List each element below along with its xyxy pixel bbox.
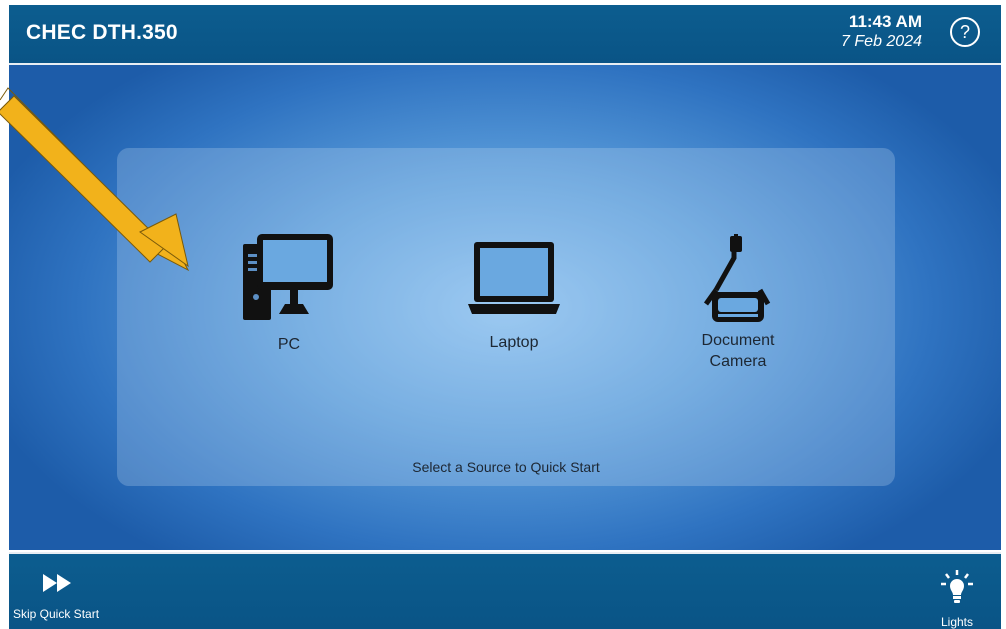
clock-time: 11:43 AM [848,12,922,31]
clock-date: 7 Feb 2024 [841,33,922,50]
clock: 11:43 AM 7 Feb 2024 [841,12,922,51]
footer-bar: Skip Quick Start Lights [9,552,1001,629]
source-laptop-label: Laptop [489,334,539,351]
document-camera-icon [703,234,771,322]
lights-button[interactable]: Lights [927,570,987,629]
light-bulb-icon [941,570,973,603]
source-document-camera-label: Document Camera [701,332,775,370]
source-pc-button[interactable]: PC [214,234,364,355]
help-button[interactable]: ? [950,17,980,47]
source-laptop-button[interactable]: Laptop [439,242,589,353]
lights-label: Lights [940,615,974,629]
help-icon: ? [959,22,970,42]
laptop-icon [468,242,560,314]
source-document-camera-button[interactable]: Document Camera [663,234,813,372]
skip-quick-start-button[interactable]: Skip Quick Start [13,574,123,621]
source-pc-label: PC [277,336,301,353]
source-selection-panel: PC Laptop Document Camera Select a Sourc… [117,148,895,486]
skip-quick-start-label: Skip Quick Start [13,607,100,621]
touch-panel-screen: CHEC DTH.350 11:43 AM 7 Feb 2024 ? PC La… [0,0,1006,629]
fast-forward-icon [43,574,71,592]
desktop-computer-icon [243,234,333,320]
quick-start-prompt: Select a Source to Quick Start [412,459,600,475]
annotation-arrow-icon [0,87,190,272]
